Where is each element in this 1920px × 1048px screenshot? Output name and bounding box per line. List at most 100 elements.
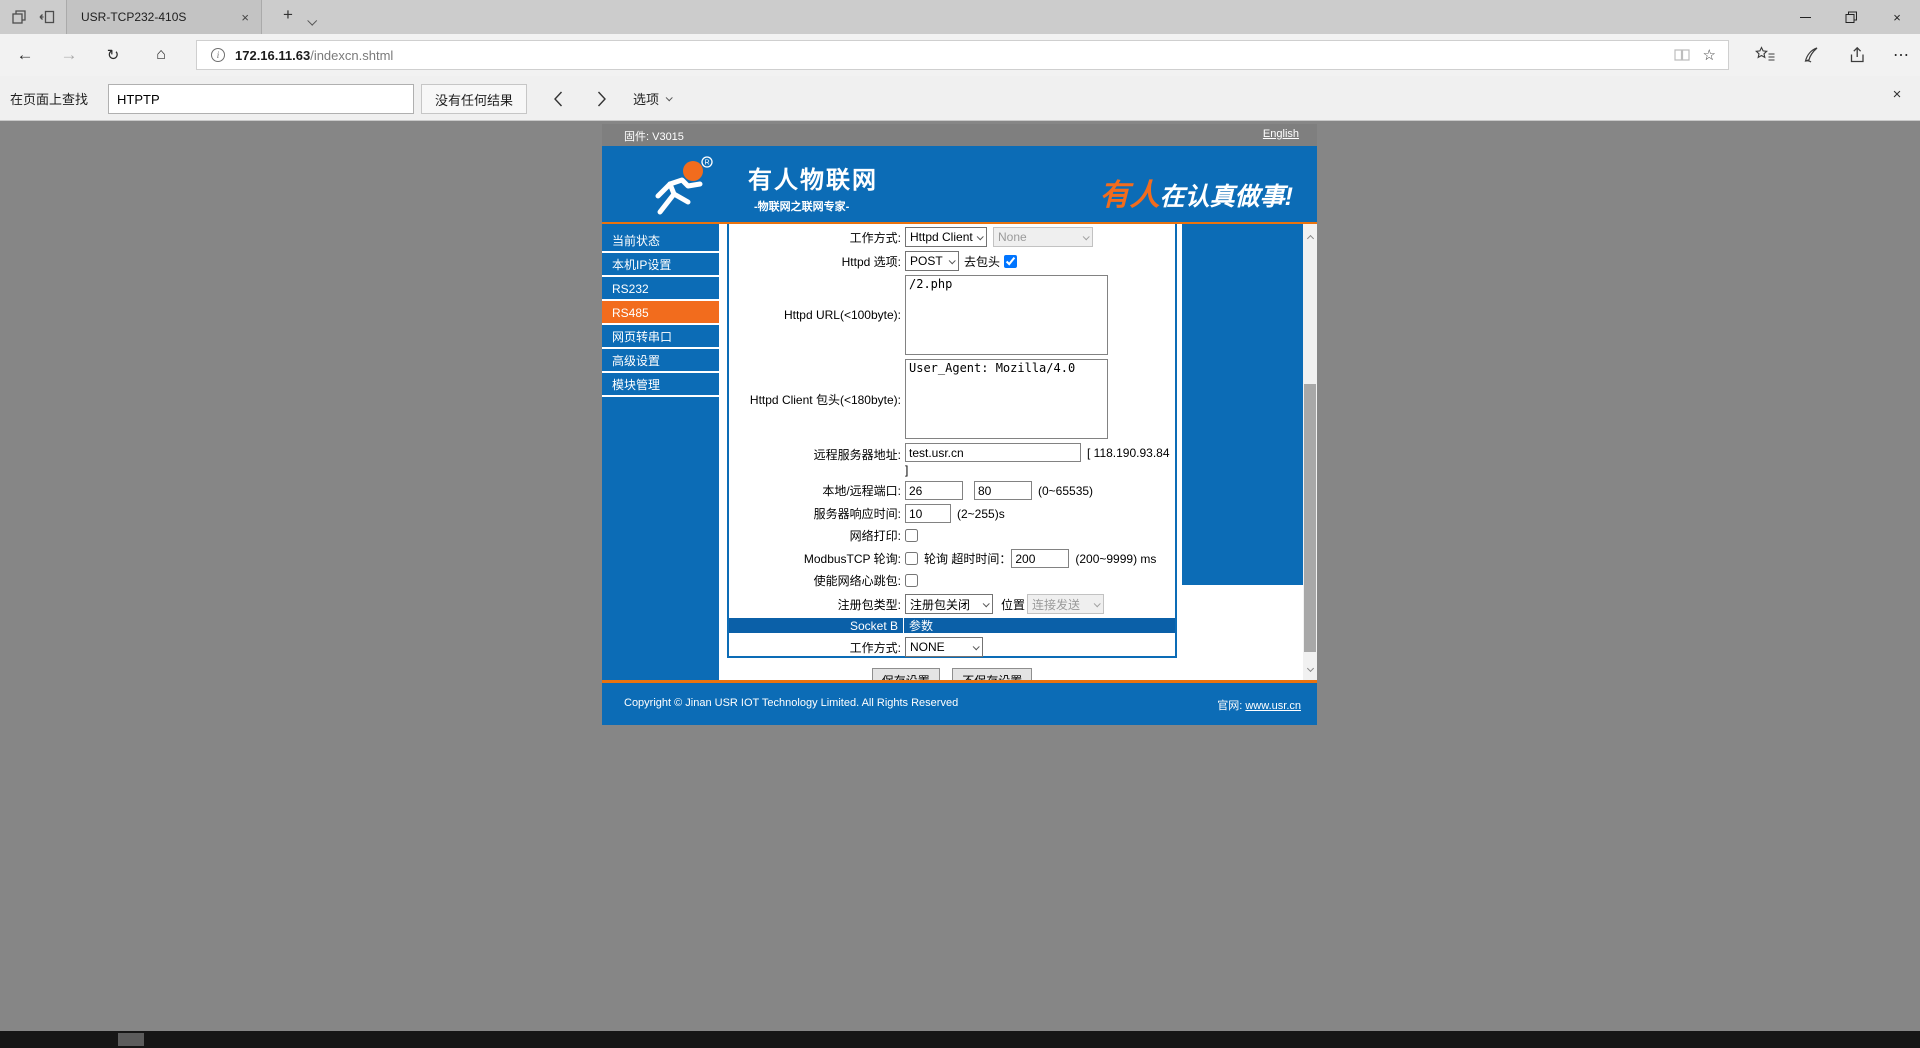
favorite-star-icon[interactable]: ☆ — [1703, 46, 1716, 64]
sidebar-item-module-mgmt[interactable]: 模块管理 — [602, 373, 719, 397]
url-host: 172.16.11.63 — [235, 48, 310, 63]
close-button[interactable]: × — [1874, 0, 1920, 34]
net-print-label: 网络打印: — [729, 527, 905, 544]
set-tabs-aside-icon[interactable] — [36, 7, 58, 27]
remote-server-input[interactable] — [905, 443, 1081, 462]
find-result-badge: 没有任何结果 — [421, 84, 527, 114]
scroll-up-icon[interactable] — [1303, 228, 1317, 246]
sidebar-item-rs232[interactable]: RS232 — [602, 277, 719, 301]
response-time-hint: (2~255)s — [957, 507, 1005, 521]
response-time-input[interactable] — [905, 504, 951, 523]
httpd-url-row: Httpd URL(<100byte): /2.php — [729, 275, 1175, 355]
heartbeat-label: 使能网络心跳包: — [729, 572, 905, 589]
modbus-poll-checkbox[interactable] — [905, 552, 918, 565]
usr-logo-icon: R — [630, 156, 730, 216]
slogan-rest: 在认真做事! — [1160, 183, 1293, 211]
minimize-button[interactable] — [1782, 0, 1828, 34]
device-config-page: 固件: V3015 English R 有人物联网 -物联网之联网专家- 有人在… — [602, 124, 1317, 725]
socket-b-work-mode-select[interactable]: NONE — [905, 637, 983, 657]
firmware-strip: 固件: V3015 English — [602, 124, 1317, 146]
work-mode-secondary-select: None — [993, 227, 1093, 247]
find-label: 在页面上查找 — [10, 89, 88, 108]
find-next-button[interactable] — [587, 86, 617, 112]
tab-preview-icon[interactable] — [8, 7, 30, 27]
chevron-down-icon — [666, 94, 673, 101]
find-previous-button[interactable] — [543, 86, 573, 112]
sidebar-item-advanced[interactable]: 高级设置 — [602, 349, 719, 373]
sidebar-item-web-to-serial[interactable]: 网页转串口 — [602, 325, 719, 349]
site-link[interactable]: www.usr.cn — [1245, 700, 1301, 712]
sidebar-item-local-ip[interactable]: 本机IP设置 — [602, 253, 719, 277]
find-options-label: 选项 — [633, 89, 659, 108]
work-mode-select[interactable]: Httpd Client — [905, 227, 987, 247]
remote-ip-note: [ 118.190.93.84 — [1087, 446, 1170, 460]
navigation-toolbar: ← → ↻ ⌂ i 172.16.11.63 /indexcn.shtml ☆ … — [0, 34, 1920, 76]
tab-close-icon[interactable]: × — [237, 9, 253, 26]
modbus-timeout-input[interactable] — [1011, 549, 1069, 568]
httpd-header-textarea[interactable]: User_Agent: Mozilla/4.0 — [905, 359, 1108, 439]
forward-button[interactable]: → — [52, 34, 86, 76]
httpd-header-label: Httpd Client 包头(<180byte): — [729, 391, 905, 408]
save-button[interactable]: 保存设置 — [872, 668, 940, 680]
web-note-pen-icon[interactable] — [1794, 34, 1828, 76]
site-label: 官网: — [1217, 700, 1242, 712]
modbus-label: ModbusTCP 轮询: — [729, 550, 905, 567]
find-options-button[interactable]: 选项 — [633, 89, 671, 108]
page-footer: Copyright © Jinan USR IOT Technology Lim… — [602, 680, 1317, 725]
remote-server-label: 远程服务器地址: — [729, 443, 905, 463]
scrollbar-thumb[interactable] — [1304, 384, 1316, 652]
socket-b-section-header: Socket B 参数 — [729, 618, 1175, 633]
brand-slogan: 有人在认真做事! — [1100, 170, 1293, 214]
find-close-button[interactable]: × — [1884, 86, 1910, 103]
httpd-url-textarea[interactable]: /2.php — [905, 275, 1108, 355]
ports-label: 本地/远程端口: — [729, 482, 905, 499]
new-tab-button[interactable]: + — [276, 5, 300, 25]
heartbeat-checkbox[interactable] — [905, 574, 918, 587]
browser-tab[interactable]: USR-TCP232-410S × — [66, 0, 262, 34]
back-button[interactable]: ← — [8, 34, 42, 76]
slogan-accent: 有人 — [1100, 179, 1160, 212]
discard-button[interactable]: 不保存设置 — [952, 668, 1032, 680]
httpd-url-label: Httpd URL(<100byte): — [729, 308, 905, 322]
socket-b-work-mode-label: 工作方式: — [729, 639, 905, 656]
net-print-checkbox[interactable] — [905, 529, 918, 542]
info-icon[interactable]: i — [211, 48, 225, 62]
sidebar-item-current-status[interactable]: 当前状态 — [602, 229, 719, 253]
httpd-header-row: Httpd Client 包头(<180byte): User_Agent: M… — [729, 359, 1175, 439]
reading-view-icon[interactable] — [1673, 48, 1691, 62]
remote-port-input[interactable] — [974, 481, 1032, 500]
taskbar-item[interactable] — [118, 1033, 144, 1046]
right-blue-panel — [1182, 224, 1303, 585]
ports-row: 本地/远程端口: (0~65535) — [729, 481, 1175, 500]
tab-title: USR-TCP232-410S — [81, 10, 237, 24]
english-link[interactable]: English — [1263, 128, 1299, 140]
home-button[interactable]: ⌂ — [144, 34, 178, 76]
hub-icon[interactable] — [1748, 34, 1782, 76]
taskbar-strip — [0, 1031, 1920, 1048]
local-port-input[interactable] — [905, 481, 963, 500]
socket-b-subtitle: 参数 — [903, 617, 1175, 634]
net-print-row: 网络打印: — [729, 527, 1175, 544]
tab-list-chevron-icon[interactable] — [308, 12, 315, 30]
share-icon[interactable] — [1840, 34, 1874, 76]
register-position-select: 连接发送 — [1027, 594, 1104, 614]
refresh-button[interactable]: ↻ — [96, 34, 130, 76]
rs485-settings-form: 工作方式: Httpd Client None Httpd 选项: POST 去… — [727, 224, 1177, 658]
heartbeat-row: 使能网络心跳包: — [729, 572, 1175, 589]
address-bar[interactable]: i 172.16.11.63 /indexcn.shtml ☆ — [196, 40, 1729, 70]
scroll-down-icon[interactable] — [1303, 658, 1317, 676]
work-mode-label: 工作方式: — [729, 229, 905, 246]
httpd-option-row: Httpd 选项: POST 去包头 — [729, 251, 1175, 271]
strip-header-label: 去包头 — [964, 253, 1000, 270]
strip-header-checkbox[interactable] — [1004, 255, 1017, 268]
settings-more-icon[interactable]: ⋯ — [1884, 34, 1918, 76]
modbus-timeout-label: 轮询 超时时间： — [924, 550, 1011, 567]
restore-button[interactable] — [1828, 0, 1874, 34]
page-scrollbar[interactable] — [1303, 224, 1317, 680]
url-path: /indexcn.shtml — [310, 48, 393, 63]
sidebar-item-rs485[interactable]: RS485 — [602, 301, 719, 325]
find-input[interactable] — [108, 84, 414, 114]
httpd-method-select[interactable]: POST — [905, 251, 959, 271]
register-packet-label: 注册包类型: — [729, 596, 905, 613]
register-packet-select[interactable]: 注册包关闭 — [905, 594, 993, 614]
